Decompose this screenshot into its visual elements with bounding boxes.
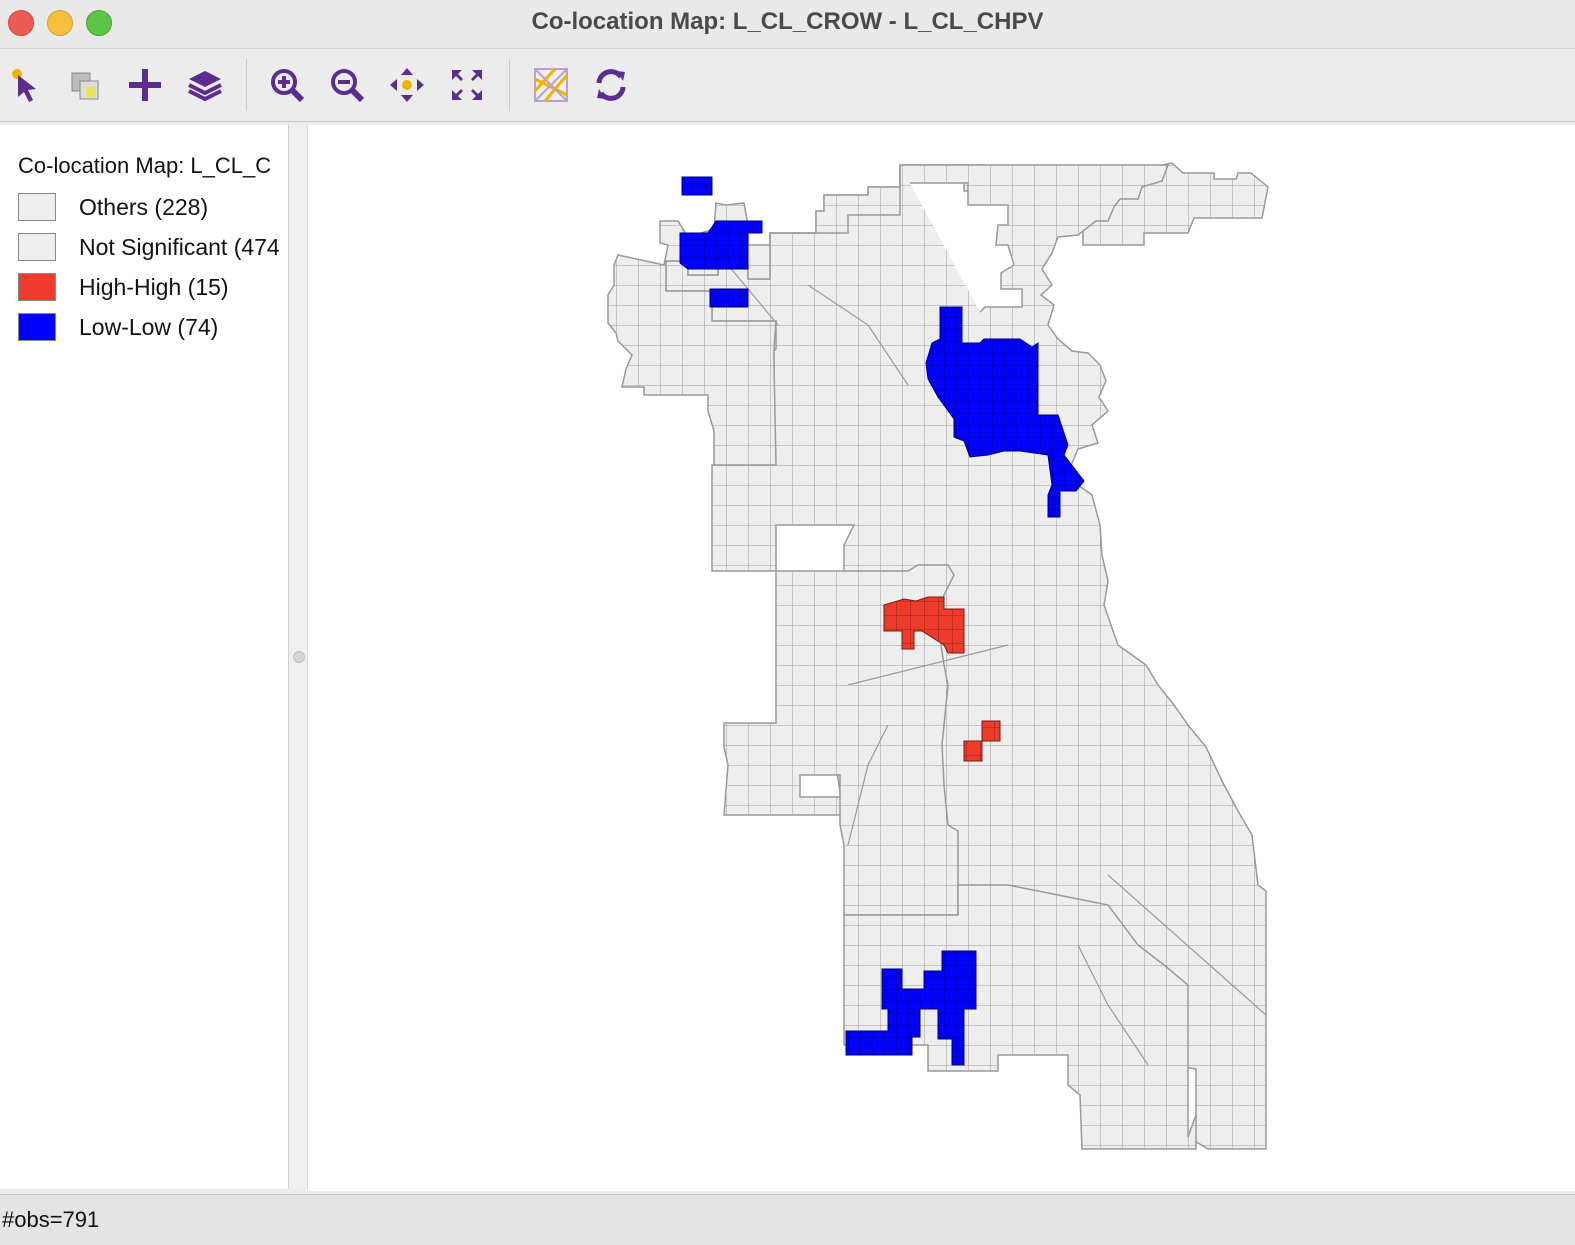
plus-icon bbox=[129, 69, 161, 101]
refresh-button[interactable] bbox=[589, 63, 633, 107]
toolbar bbox=[0, 49, 1575, 122]
zoom-in-button[interactable] bbox=[265, 63, 309, 107]
pan-icon bbox=[390, 68, 424, 102]
status-bar: #obs=791 bbox=[0, 1194, 1575, 1245]
basemap-icon bbox=[533, 67, 569, 102]
legend-swatch bbox=[18, 273, 56, 301]
splitter-handle[interactable] bbox=[293, 651, 305, 663]
legend-swatch bbox=[18, 233, 56, 261]
title-bar: Co-location Map: L_CL_CROW - L_CL_CHPV bbox=[0, 0, 1575, 49]
refresh-icon bbox=[596, 69, 626, 101]
legend-label: High-High (15) bbox=[79, 274, 229, 300]
selection-icon bbox=[71, 72, 99, 100]
panel-splitter[interactable] bbox=[289, 125, 308, 1189]
legend-label: Not Significant (474 bbox=[79, 234, 280, 260]
window-title: Co-location Map: L_CL_CROW - L_CL_CHPV bbox=[531, 8, 1044, 35]
selection-shape-button[interactable] bbox=[64, 63, 108, 107]
zoom-in-icon bbox=[271, 69, 305, 103]
select-tool-button[interactable] bbox=[4, 63, 48, 107]
layers-icon bbox=[188, 71, 222, 102]
full-extent-button[interactable] bbox=[445, 63, 489, 107]
legend-label: Low-Low (74) bbox=[79, 314, 219, 340]
pointer-icon bbox=[12, 69, 36, 102]
layers-button[interactable] bbox=[183, 63, 227, 107]
add-layer-button[interactable] bbox=[123, 63, 167, 107]
pan-button[interactable] bbox=[385, 63, 429, 107]
toolbar-separator bbox=[246, 59, 247, 111]
legend-swatch bbox=[18, 313, 56, 341]
zoom-out-icon bbox=[331, 69, 365, 103]
basemap-button[interactable] bbox=[529, 63, 573, 107]
map-canvas[interactable] bbox=[308, 125, 1575, 1191]
zoom-out-button[interactable] bbox=[325, 63, 369, 107]
toolbar-separator bbox=[509, 59, 510, 111]
obs-count: #obs=791 bbox=[2, 1207, 100, 1232]
full-extent-icon bbox=[452, 70, 482, 100]
legend-swatch bbox=[18, 193, 56, 221]
legend-panel: Co-location Map: L_CL_C Others (228) Not… bbox=[0, 125, 289, 1189]
legend-label: Others (228) bbox=[79, 194, 209, 220]
map-svg[interactable] bbox=[308, 125, 1575, 1191]
legend-title: Co-location Map: L_CL_C bbox=[18, 153, 272, 178]
